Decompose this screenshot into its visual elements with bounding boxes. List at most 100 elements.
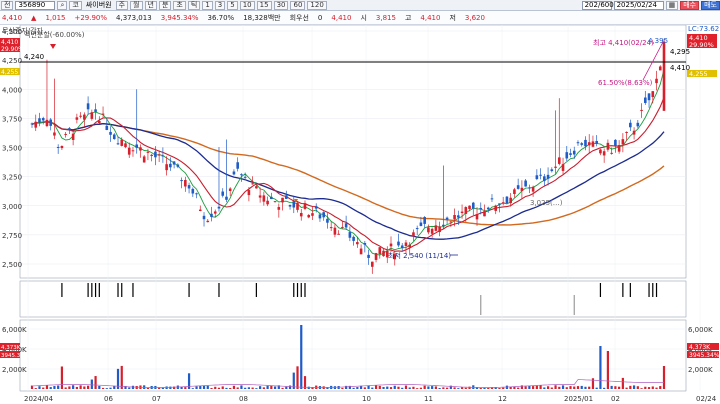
volume-bar (389, 387, 393, 389)
price-tick-label: 2,750 (2, 232, 22, 240)
volume-bar (629, 385, 632, 389)
candle-body (419, 222, 423, 226)
candle-body (471, 202, 475, 209)
interval-30[interactable]: 30 (273, 0, 289, 10)
volume-bar (191, 388, 194, 389)
date-input[interactable]: 2025/02/24 (613, 0, 664, 10)
volume-bar (640, 388, 643, 389)
low-label: 저 (449, 13, 456, 22)
volume-bar (266, 385, 269, 389)
candle-body (296, 203, 299, 210)
candle-body (352, 236, 355, 241)
candle-body (557, 157, 561, 164)
candle-body (154, 151, 157, 158)
period-second[interactable]: 초 (173, 0, 186, 10)
volume-bar (57, 385, 60, 389)
candle-body (101, 113, 105, 115)
volume-bar (49, 387, 52, 389)
volume-bar (490, 387, 494, 389)
buy-order-button[interactable]: 매수 (680, 0, 700, 10)
count-input[interactable]: 202/600 (581, 0, 614, 10)
candle-body (49, 119, 52, 126)
volume-bar (244, 387, 247, 389)
stock-code-input[interactable]: 356890 (15, 0, 56, 10)
candle-body (644, 97, 647, 103)
interval-60[interactable]: 60 (290, 0, 306, 10)
candle-body (311, 213, 314, 216)
volume-bar (416, 388, 419, 389)
candle-body (378, 247, 382, 255)
candle-body (606, 142, 610, 150)
price-tick-label: 3,000 (2, 203, 22, 211)
interval-15[interactable]: 15 (256, 0, 272, 10)
candle-body (303, 203, 307, 209)
interval-10[interactable]: 10 (239, 0, 255, 10)
volume-bar (464, 387, 467, 389)
candle-body (124, 143, 127, 148)
price-chart[interactable]: 4,240 액면분할(-60.00%) 무상증자/감자 최고 4,410(02/… (0, 24, 720, 404)
volume-bar (659, 386, 662, 389)
chart-area[interactable]: 4,240 액면분할(-60.00%) 무상증자/감자 최고 4,410(02/… (0, 24, 720, 404)
price-axis: 4,500 4,250 4,000 3,750 3,500 3,250 3,000 2,750… (2, 28, 22, 269)
candle-body (79, 115, 82, 117)
candle-body (71, 133, 75, 140)
volume-bar (431, 386, 434, 389)
period-tick[interactable]: 틱 (187, 0, 201, 10)
sell-order-button[interactable]: 매도 (701, 0, 720, 10)
interval-5[interactable]: 5 (227, 0, 238, 10)
candle-body (363, 242, 367, 245)
volume-bar (251, 387, 254, 389)
volume-bar (588, 386, 591, 389)
date-tick-label: 09 (308, 395, 317, 403)
volume-bar (247, 387, 250, 389)
volume-bar (86, 385, 90, 389)
mode-button[interactable]: 전 (1, 0, 14, 10)
volume-bar (75, 386, 78, 389)
candle-body (116, 143, 120, 145)
candle-body (565, 152, 569, 159)
volume-bar (68, 386, 71, 389)
period-month[interactable]: 월 (130, 0, 143, 10)
candle-body (277, 207, 281, 210)
candle-body (202, 215, 206, 220)
interval-120[interactable]: 120 (307, 0, 327, 10)
volume-bar (262, 387, 265, 389)
candle-body (479, 207, 483, 209)
candle-body (486, 207, 490, 210)
candle-body (475, 214, 479, 220)
candle-body (206, 220, 210, 223)
volume-bar (434, 386, 437, 389)
volume-ratio: 3,945.34% (160, 13, 199, 22)
box-note: 4,295 (670, 48, 690, 56)
period-year[interactable]: 년 (144, 0, 157, 10)
quote-bar: 4,410 ▲ 1,015 +29.90% 4,373,013 3,945.34… (0, 11, 720, 25)
volume-bar (128, 387, 131, 389)
candle-body (217, 206, 221, 209)
candle-body (617, 145, 621, 152)
calendar-icon[interactable]: ▦ (665, 0, 679, 10)
left-price-badge-text: 4,255 (1, 69, 18, 76)
candle-body (187, 185, 191, 189)
amount-value: 18,328백만 (243, 13, 281, 22)
volume-bar (281, 387, 284, 389)
candle-body (539, 174, 542, 176)
search-icon[interactable]: ⌕ (57, 0, 68, 10)
volume-bar (457, 388, 460, 389)
candle-body (561, 164, 565, 171)
candle-body (176, 164, 180, 167)
period-week[interactable]: 주 (115, 0, 129, 10)
interval-1[interactable]: 1 (202, 0, 213, 10)
right-price-badges: 4,41029.90%4,255 (687, 34, 717, 78)
candle-body (438, 226, 441, 233)
candle-body (535, 175, 539, 180)
volume-bar (184, 387, 187, 389)
candle-body (348, 232, 352, 238)
period-minute[interactable]: 분 (158, 0, 172, 10)
candle-body (400, 245, 404, 248)
candle-body (195, 193, 198, 195)
candle-body (161, 155, 165, 157)
interval-3[interactable]: 3 (214, 0, 226, 10)
market-button[interactable]: 코 (69, 0, 82, 10)
candle-body (329, 227, 333, 229)
candle-body (531, 186, 535, 192)
